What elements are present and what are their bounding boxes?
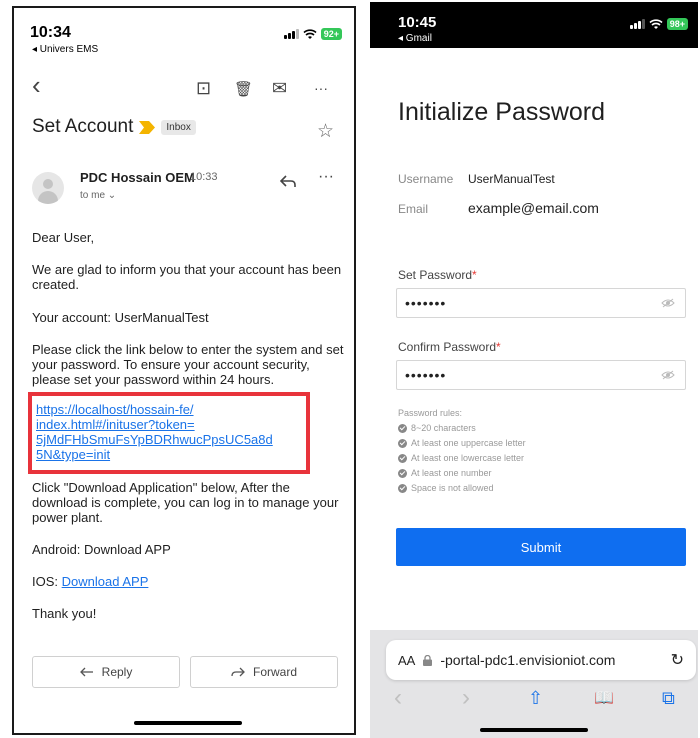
reply-label: Reply [101, 665, 133, 679]
back-to-app-link[interactable]: ◂ Univers EMS [32, 44, 98, 55]
confirm-password-label-text: Confirm Password [398, 340, 497, 354]
set-password-label: Set Password* [398, 268, 477, 282]
safari-toolbar: AA -portal-pdc1.envisioniot.com ↻ ‹ › ⇧ … [370, 630, 698, 738]
home-indicator [134, 721, 242, 725]
forward-arrow-icon [231, 667, 245, 677]
link-highlight-box [28, 392, 310, 474]
forward-nav-icon[interactable]: › [462, 684, 470, 712]
rule-text: At least one number [411, 468, 492, 478]
password-rule: At least one uppercase letter [398, 438, 526, 448]
email-value: example@email.com [468, 200, 599, 216]
password-rule: At least one number [398, 468, 492, 478]
reply-icon[interactable] [280, 174, 296, 188]
back-to-gmail-link[interactable]: ◂ Gmail [398, 33, 432, 44]
tabs-icon[interactable]: ⧉ [662, 688, 675, 709]
confirm-password-label: Confirm Password* [398, 340, 501, 354]
gmail-phone-screen: 10:34 ◂ Univers EMS 92+ ‹ ⊡ 🗑 ✉ ··· Set … [12, 6, 356, 735]
confirm-password-value: ••••••• [405, 367, 447, 383]
username-value: UserManualTest [468, 172, 555, 186]
inbox-label-chip[interactable]: Inbox [161, 119, 196, 135]
url-text[interactable]: -portal-pdc1.envisioniot.com [440, 652, 662, 668]
email-label: Email [398, 202, 429, 216]
rule-text: Space is not allowed [411, 483, 494, 493]
password-rules-title: Password rules: [398, 408, 463, 418]
address-bar[interactable]: AA -portal-pdc1.envisioniot.com ↻ [386, 640, 696, 680]
browser-nav-row: ‹ › ⇧ 📖 ⧉ [370, 684, 698, 718]
username-label: Username [398, 172, 454, 186]
confirm-password-input[interactable]: ••••••• [396, 360, 686, 390]
more-options-icon[interactable]: ··· [314, 80, 328, 96]
status-bar: 10:45 ◂ Gmail 98+ [370, 2, 698, 48]
ios-label: IOS: [32, 574, 59, 589]
email-paragraph-2: Please click the link below to enter the… [32, 342, 344, 387]
wifi-icon [649, 18, 663, 29]
android-download-line: Android: Download APP [32, 542, 171, 557]
submit-button[interactable]: Submit [396, 528, 686, 566]
required-mark: * [472, 268, 477, 282]
recipient-details-toggle[interactable]: to me ⌄ [80, 190, 116, 201]
email-paragraph-3: Click "Download Application" below, Afte… [32, 480, 339, 525]
toggle-visibility-icon[interactable] [661, 298, 675, 308]
lock-icon [423, 654, 433, 666]
delete-icon[interactable]: 🗑 [234, 80, 253, 98]
star-icon[interactable]: ☆ [317, 120, 334, 143]
archive-icon[interactable]: ⊡ [196, 78, 211, 99]
bookmarks-icon[interactable]: 📖 [594, 688, 614, 708]
page-title: Initialize Password [398, 98, 606, 126]
check-circle-icon [398, 483, 407, 493]
reload-icon[interactable]: ↻ [671, 650, 684, 670]
ios-download-link[interactable]: Download APP [62, 574, 149, 589]
back-button[interactable]: ‹ [32, 70, 41, 101]
email-paragraph-1: We are glad to inform you that your acco… [32, 262, 342, 292]
portal-phone-screen: 10:45 ◂ Gmail 98+ Initialize Password Us… [370, 2, 698, 738]
ios-download-line: IOS: Download APP [32, 574, 348, 589]
email-time: 10:33 [190, 171, 218, 183]
reply-forward-row: Reply Forward [32, 656, 338, 688]
battery-badge: 92+ [320, 28, 342, 40]
check-circle-icon [398, 468, 407, 478]
status-time: 10:34 [30, 24, 71, 41]
email-account-line: Your account: UserManualTest [32, 310, 209, 325]
email-greeting: Dear User, [32, 230, 95, 245]
wifi-icon [303, 28, 317, 39]
sender-name: PDC Hossain OEM [80, 170, 195, 185]
page-settings-button[interactable]: AA [398, 653, 415, 668]
importance-marker-icon[interactable] [139, 120, 156, 134]
toggle-visibility-icon[interactable] [661, 370, 675, 380]
rule-text: At least one uppercase letter [411, 438, 526, 448]
signal-icon [283, 29, 299, 39]
required-mark: * [496, 340, 501, 354]
check-circle-icon [398, 453, 407, 463]
email-signoff: Thank you! [32, 606, 97, 621]
password-rule: 8~20 characters [398, 423, 476, 433]
signal-icon [629, 19, 645, 29]
set-password-input[interactable]: ••••••• [396, 288, 686, 318]
forward-button[interactable]: Forward [190, 656, 338, 688]
rule-text: 8~20 characters [411, 423, 476, 433]
password-rule: At least one lowercase letter [398, 453, 524, 463]
sender-avatar [32, 172, 64, 204]
check-circle-icon [398, 438, 407, 448]
message-more-icon[interactable]: ··· [318, 168, 334, 186]
forward-label: Forward [252, 665, 297, 679]
set-password-value: ••••••• [405, 295, 447, 311]
email-toolbar: ‹ ⊡ 🗑 ✉ ··· [14, 70, 354, 104]
password-rule: Space is not allowed [398, 483, 494, 493]
reply-button[interactable]: Reply [32, 656, 180, 688]
email-subject: Set Account [32, 116, 134, 137]
status-icons: 92+ [283, 28, 342, 40]
set-password-label-text: Set Password [398, 268, 473, 282]
back-nav-icon[interactable]: ‹ [394, 684, 402, 712]
mail-icon[interactable]: ✉ [272, 78, 287, 99]
status-icons: 98+ [629, 18, 688, 30]
rule-text: At least one lowercase letter [411, 453, 525, 463]
share-icon[interactable]: ⇧ [528, 688, 543, 709]
battery-badge: 98+ [666, 18, 688, 30]
status-time: 10:45 [398, 14, 437, 31]
email-subject-row: Set Account Inbox [32, 116, 196, 138]
home-indicator [480, 728, 588, 732]
reply-arrow-icon [79, 667, 93, 677]
check-circle-icon [398, 423, 407, 433]
